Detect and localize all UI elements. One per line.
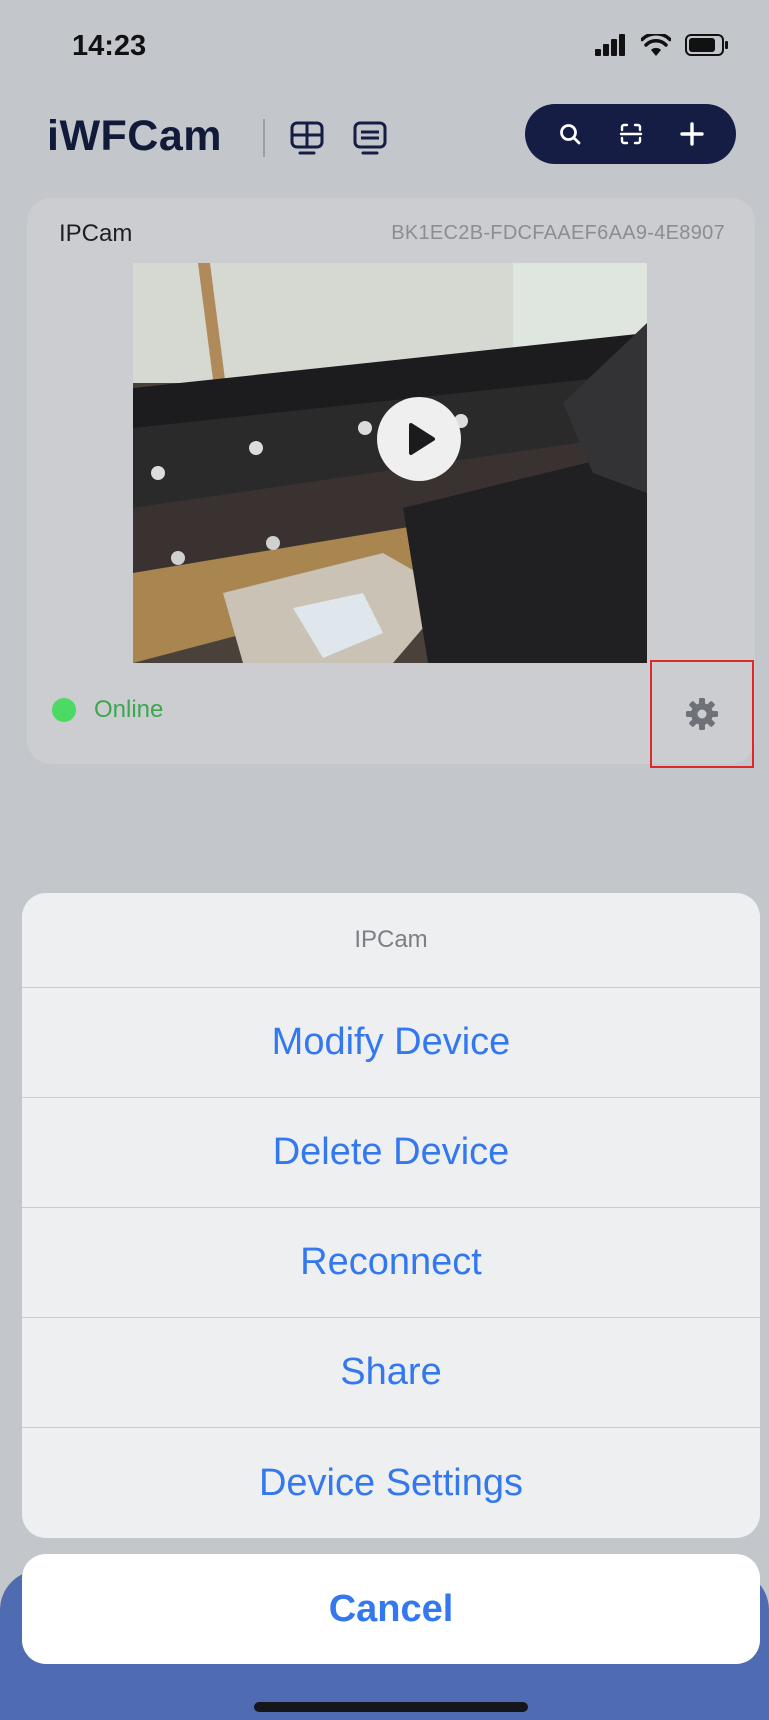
add-icon[interactable] [670,112,714,156]
online-status-dot [52,698,76,722]
delete-device-option[interactable]: Delete Device [22,1098,760,1208]
home-indicator[interactable] [254,1702,528,1712]
device-name: IPCam [59,220,133,247]
scan-icon[interactable] [609,112,653,156]
status-bar: 14:23 [0,0,769,100]
signal-icon [595,34,627,56]
action-sheet-title: IPCam [22,893,760,988]
battery-icon [685,34,729,56]
share-option[interactable]: Share [22,1318,760,1428]
reconnect-option[interactable]: Reconnect [22,1208,760,1318]
app-title: iWFCam [47,112,222,160]
device-id: BK1EC2B-FDCFAAEF6AA9-4E8907 [391,222,725,244]
header-action-pill [525,104,736,164]
device-card[interactable]: IPCam BK1EC2B-FDCFAAEF6AA9-4E8907 Online [27,198,755,768]
device-settings-option[interactable]: Device Settings [22,1428,760,1538]
camera-preview[interactable] [133,263,647,663]
device-status: Online [52,696,163,724]
gear-icon [686,698,718,730]
online-status-label: Online [94,696,164,723]
status-icons [595,34,729,56]
status-time: 14:23 [72,30,147,62]
app-header: iWFCam [0,100,769,180]
list-view-icon[interactable] [348,116,392,160]
grid-view-icon[interactable] [285,116,329,160]
device-settings-button[interactable] [650,660,754,768]
search-icon[interactable] [548,112,592,156]
play-button[interactable] [377,397,461,481]
cancel-button[interactable]: Cancel [22,1554,760,1664]
wifi-icon [641,34,671,56]
modify-device-option[interactable]: Modify Device [22,988,760,1098]
action-sheet: IPCam Modify Device Delete Device Reconn… [22,893,760,1538]
play-icon [409,423,435,455]
title-divider [263,119,265,157]
